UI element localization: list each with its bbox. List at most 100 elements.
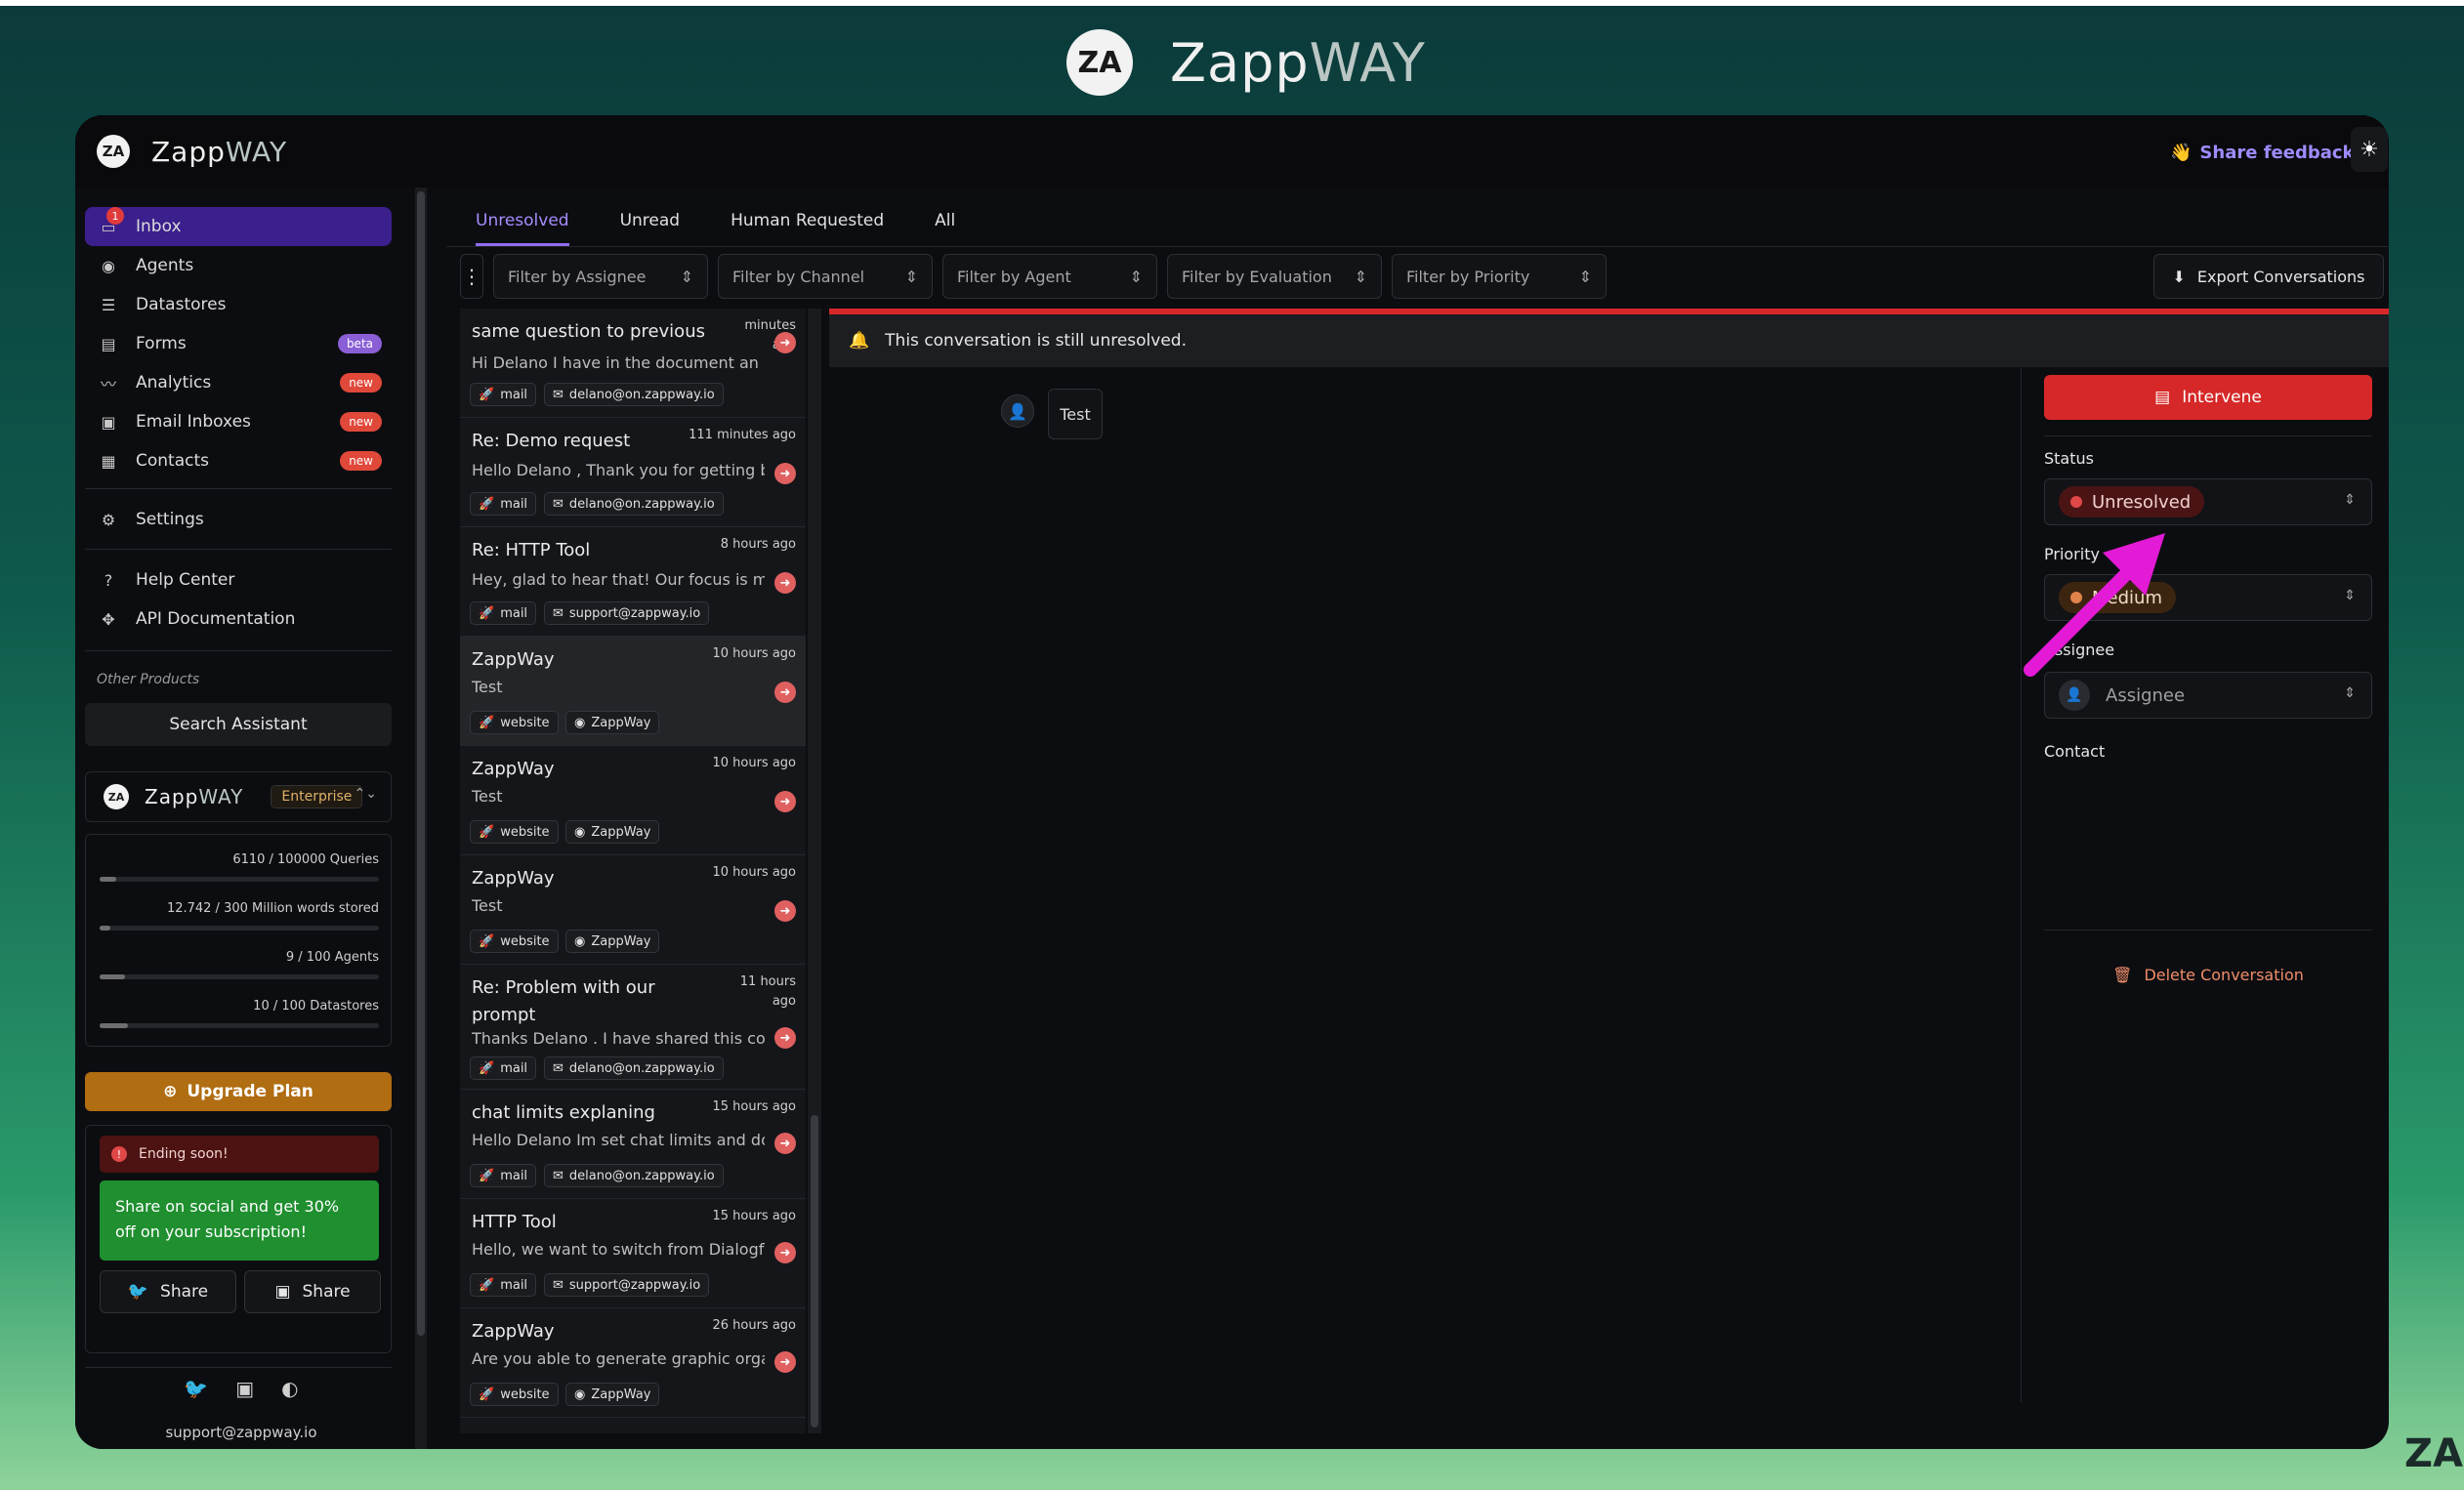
usage-bar bbox=[100, 877, 379, 882]
share-linkedin-button[interactable]: ▣ Share bbox=[244, 1270, 381, 1313]
rocket-icon: 🚀 bbox=[479, 496, 495, 512]
conversation-preview: Hello, we want to switch from Dialogflow bbox=[472, 1240, 765, 1259]
filter-evaluation[interactable]: Filter by Evaluation ⇕ bbox=[1167, 254, 1382, 299]
beta-badge: beta bbox=[337, 334, 382, 353]
conversation-time: 10 hours ago bbox=[712, 865, 796, 880]
sidebar-scrollbar[interactable] bbox=[415, 187, 427, 1449]
scrollbar-thumb[interactable] bbox=[417, 191, 425, 1336]
delete-conversation-button[interactable]: 🗑 Delete Conversation bbox=[2044, 957, 2372, 992]
help-icon: ? bbox=[104, 570, 113, 590]
sidebar-item-settings[interactable]: ⚙ Settings bbox=[85, 500, 392, 539]
arrow-right-icon: ➜ bbox=[774, 900, 796, 922]
more-options-icon[interactable]: ⋮ bbox=[460, 254, 483, 299]
filter-label: Filter by Evaluation bbox=[1182, 267, 1332, 286]
plan-selector[interactable]: ZA ZappWAY Enterprise ⌃⌄ bbox=[85, 771, 392, 822]
usage-fill bbox=[100, 1023, 128, 1028]
source-tag: ◉ ZappWay bbox=[565, 711, 660, 734]
export-conversations-button[interactable]: ⬇ Export Conversations bbox=[2153, 254, 2384, 299]
filter-agent[interactable]: Filter by Agent ⇕ bbox=[942, 254, 1157, 299]
filter-assignee[interactable]: Filter by Assignee ⇕ bbox=[493, 254, 708, 299]
conversation-item[interactable]: ZappWay 26 hours ago Are you able to gen… bbox=[460, 1308, 806, 1418]
search-assistant-button[interactable]: Search Assistant bbox=[85, 703, 392, 746]
sidebar-item-label: Agents bbox=[136, 256, 194, 275]
sidebar-item-datastores[interactable]: ☰ Datastores bbox=[85, 285, 392, 324]
sidebar-item-api-documentation[interactable]: ✥ API Documentation bbox=[85, 600, 392, 639]
arrow-right-icon: ➜ bbox=[774, 682, 796, 703]
robot-icon: ◉ bbox=[574, 715, 586, 730]
tab-unread[interactable]: Unread bbox=[620, 197, 681, 246]
top-strip bbox=[0, 0, 2464, 6]
conversation-item[interactable]: HTTP Tool 15 hours ago Hello, we want to… bbox=[460, 1199, 806, 1308]
conversation-item[interactable]: Re: HTTP Tool 8 hours ago Hey, glad to h… bbox=[460, 527, 806, 637]
conversation-item[interactable]: ZappWay 10 hours ago Test ➜ 🚀 website ◉ Za… bbox=[460, 855, 806, 965]
tab-unresolved[interactable]: Unresolved bbox=[476, 197, 569, 246]
conversation-time: 11 hours ago bbox=[739, 974, 796, 1009]
arrow-right-icon: ➜ bbox=[774, 332, 796, 353]
usage-label: 10 / 100 Datastores bbox=[253, 999, 379, 1014]
form-icon: ▤ bbox=[101, 334, 116, 353]
tag-label: support@zappway.io bbox=[568, 605, 701, 621]
conversation-list-scrollbar[interactable] bbox=[808, 309, 821, 1433]
source-tag: ◉ ZappWay bbox=[565, 820, 660, 844]
share-label: Share bbox=[160, 1282, 209, 1302]
sidebar-item-label: Datastores bbox=[136, 295, 227, 314]
arrow-right-icon: ➜ bbox=[774, 1133, 796, 1154]
assignee-select[interactable]: 👤 Assignee ⇕ bbox=[2044, 672, 2372, 719]
scrollbar-thumb[interactable] bbox=[811, 1115, 818, 1428]
usage-label: 12.742 / 300 Million words stored bbox=[166, 901, 379, 916]
status-dot-icon bbox=[2070, 496, 2082, 508]
brand-logo-icon: ZA bbox=[1066, 29, 1133, 96]
sidebar-item-contacts[interactable]: ▦ Contacts new bbox=[85, 441, 392, 480]
linkedin-icon[interactable]: ▣ bbox=[235, 1377, 254, 1400]
sidebar-item-forms[interactable]: ▤ Forms beta bbox=[85, 324, 392, 363]
support-email[interactable]: support@zappway.io bbox=[75, 1424, 407, 1441]
intervene-label: Intervene bbox=[2182, 388, 2262, 407]
sidebar-divider bbox=[85, 1367, 392, 1368]
status-select[interactable]: Unresolved ⇕ bbox=[2044, 478, 2372, 525]
social-links: 🐦 ▣ ◐ bbox=[75, 1377, 407, 1400]
conversation-time: 10 hours ago bbox=[712, 646, 796, 661]
robot-icon: ◉ bbox=[574, 824, 586, 840]
conversation-item[interactable]: ZappWay 10 hours ago Test ➜ 🚀 website ◉ Za… bbox=[460, 746, 806, 855]
share-feedback-button[interactable]: 👋 Share feedback bbox=[2170, 133, 2355, 172]
tag-label: ZappWay bbox=[591, 1387, 651, 1402]
tab-all[interactable]: All bbox=[935, 197, 955, 246]
tag-label: ZappWay bbox=[591, 933, 651, 949]
theme-toggle-button[interactable]: ☀ bbox=[2351, 127, 2388, 172]
conversation-item[interactable]: Re: Problem with our prompt 11 hours ago… bbox=[460, 965, 806, 1090]
sidebar-item-inbox[interactable]: ▭ 1 Inbox bbox=[85, 207, 392, 246]
sidebar-item-agents[interactable]: ◉ Agents bbox=[85, 246, 392, 285]
filter-channel[interactable]: Filter by Channel ⇕ bbox=[718, 254, 933, 299]
priority-dot-icon bbox=[2070, 592, 2082, 603]
filter-priority[interactable]: Filter by Priority ⇕ bbox=[1392, 254, 1607, 299]
conversation-item-selected[interactable]: ZappWay 10 hours ago Test ➜ 🚀 website ◉ Za… bbox=[460, 637, 806, 746]
conversation-item[interactable]: chat limits explaning 15 hours ago Hello… bbox=[460, 1090, 806, 1199]
priority-select[interactable]: Medium ⇕ bbox=[2044, 574, 2372, 621]
discord-icon[interactable]: ◐ bbox=[281, 1377, 298, 1400]
sidebar-item-analytics[interactable]: 〰 Analytics new bbox=[85, 363, 392, 402]
sidebar-item-help-center[interactable]: ? Help Center bbox=[85, 560, 392, 600]
wave-icon: 👋 bbox=[2170, 142, 2193, 163]
channel-tag: 🚀 mail bbox=[470, 1164, 537, 1187]
source-tag: ✉ delano@on.zappway.io bbox=[544, 492, 724, 516]
sidebar: ▭ 1 Inbox ◉ Agents ☰ Datastores ▤ Forms … bbox=[75, 187, 407, 1449]
chevron-updown-icon: ⇕ bbox=[680, 267, 693, 286]
user-avatar-icon: 👤 bbox=[1001, 394, 1034, 428]
sidebar-item-email-inboxes[interactable]: ▣ Email Inboxes new bbox=[85, 402, 392, 441]
tab-human-requested[interactable]: Human Requested bbox=[731, 197, 884, 246]
sidebar-item-label: Forms bbox=[136, 334, 187, 353]
header-logo[interactable]: ZA ZappWAY bbox=[97, 135, 287, 168]
conversation-item[interactable]: same question to previous minutes ago Hi… bbox=[460, 309, 806, 418]
upgrade-plan-button[interactable]: ⊕ Upgrade Plan bbox=[85, 1072, 392, 1111]
plan-brand-b: WAY bbox=[198, 785, 244, 808]
tag-label: mail bbox=[500, 605, 528, 621]
intervene-button[interactable]: ▤ Intervene bbox=[2044, 375, 2372, 420]
share-twitter-button[interactable]: 🐦 Share bbox=[100, 1270, 236, 1313]
conversation-title: same question to previous bbox=[472, 321, 705, 342]
plan-brand-name: ZappWAY bbox=[145, 785, 243, 808]
twitter-icon[interactable]: 🐦 bbox=[184, 1377, 208, 1400]
conversation-item[interactable]: Re: Demo request 111 minutes ago Hello D… bbox=[460, 418, 806, 527]
priority-value: Medium bbox=[2092, 587, 2162, 608]
channel-tag: 🚀 mail bbox=[470, 601, 537, 625]
arrow-right-icon: ➜ bbox=[774, 1351, 796, 1373]
